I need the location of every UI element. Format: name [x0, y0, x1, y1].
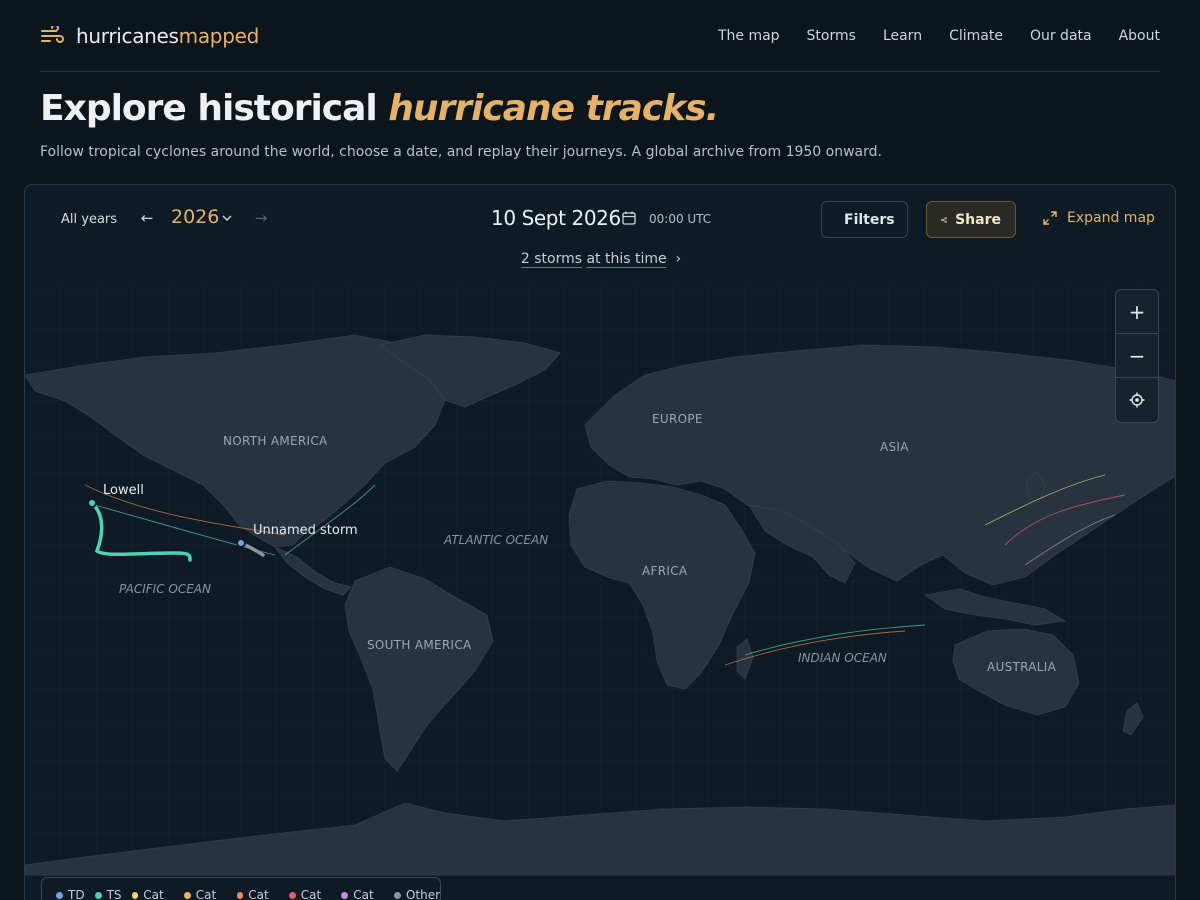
year-selector[interactable]: 2026 — [171, 206, 219, 228]
share-label: Share — [955, 211, 1001, 228]
legend-item-cat2[interactable]: Cat 2 — [184, 888, 226, 900]
share-icon — [941, 216, 947, 223]
time-utc: 00:00 UTC — [649, 212, 712, 226]
legend-label: Cat 3 — [248, 888, 269, 900]
legend-item-ts[interactable]: TS — [94, 888, 122, 900]
nav-item-our-data[interactable]: Our data — [1030, 28, 1092, 44]
legend-label: Other — [405, 888, 441, 900]
ocean-label-pacific: PACIFIC OCEAN — [119, 582, 211, 596]
legend-label: Cat 5 — [353, 888, 374, 900]
chevron-down-icon[interactable] — [221, 212, 233, 224]
legend-dot — [288, 892, 296, 899]
wind-icon — [41, 25, 64, 43]
map-card: NORTH AMERICA EUROPE ASIA AFRICA SOUTH A… — [24, 184, 1176, 900]
legend-label: TD — [68, 888, 85, 900]
nav-item-climate[interactable]: Climate — [949, 28, 1003, 44]
zoom-out-button[interactable]: − — [1116, 334, 1158, 378]
region-label-north-america: NORTH AMERICA — [223, 434, 328, 448]
title-highlight: hurricane tracks. — [388, 88, 719, 129]
legend-item-cat3[interactable]: Cat 3 — [236, 888, 279, 900]
all-years-button[interactable]: All years — [61, 212, 117, 227]
zoom-in-button[interactable]: + — [1116, 290, 1158, 334]
storm-label-lowell[interactable]: Lowell — [103, 483, 144, 498]
region-label-europe: EUROPE — [652, 412, 703, 426]
previous-year-arrow-icon[interactable]: ← — [137, 208, 157, 228]
share-button[interactable]: Share — [926, 201, 1016, 238]
nav-item-storms[interactable]: Storms — [807, 28, 856, 44]
time-controls: All years ← 2026 → 10 Sept 2026 00:00 UT… — [25, 185, 1175, 267]
legend-dot — [56, 892, 63, 899]
expand-map-label: Expand map — [1067, 210, 1155, 226]
legend-item-cat4[interactable]: Cat 4 — [288, 888, 331, 900]
calendar-icon[interactable] — [622, 211, 636, 225]
crosshair-icon — [1129, 392, 1145, 408]
region-label-south-america: SOUTH AMERICA — [367, 638, 472, 652]
category-legend: TD TS Cat 1 Cat 2 Cat 3 Cat 4 Cat 5 Othe… — [41, 877, 441, 900]
locate-button[interactable] — [1116, 378, 1158, 422]
storms-at-time-link[interactable]: 2 storms at this time › — [25, 251, 1175, 267]
legend-dot — [184, 892, 191, 899]
nav-item-learn[interactable]: Learn — [883, 28, 922, 44]
storm-marker-unnamed[interactable] — [236, 538, 246, 548]
legend-item-cat1[interactable]: Cat 1 — [131, 888, 174, 900]
storms-count[interactable]: 2 storms — [521, 251, 582, 267]
legend-label: Cat 4 — [300, 888, 322, 900]
page-title: Explore historical hurricane tracks. — [40, 88, 719, 129]
zoom-controls: + − — [1115, 289, 1159, 423]
legend-dot — [393, 892, 401, 899]
page-subtitle: Follow tropical cyclones around the worl… — [40, 144, 882, 160]
legend-dot — [131, 892, 139, 899]
nav-item-the-map[interactable]: The map — [718, 28, 780, 44]
legend-dot — [236, 892, 244, 899]
expand-icon — [1043, 211, 1057, 225]
legend-label: Cat 2 — [195, 888, 217, 900]
filters-button[interactable]: Filters — [821, 201, 908, 238]
legend-dot — [341, 892, 349, 899]
region-label-africa: AFRICA — [642, 564, 688, 578]
region-label-australia: AUSTRALIA — [987, 660, 1057, 674]
top-navigation-bar: hurricanesmapped The map Storms Learn Cl… — [40, 0, 1160, 72]
legend-item-other[interactable]: Other — [393, 888, 441, 900]
ocean-label-atlantic: ATLANTIC OCEAN — [443, 533, 548, 547]
storm-label-unnamed[interactable]: Unnamed storm — [253, 523, 358, 538]
current-date[interactable]: 10 Sept 2026 — [491, 206, 621, 230]
next-year-arrow-icon[interactable]: → — [251, 208, 271, 228]
world-map[interactable]: NORTH AMERICA EUROPE ASIA AFRICA SOUTH A… — [25, 185, 1176, 900]
storm-marker-lowell[interactable] — [87, 498, 97, 508]
main-nav: The map Storms Learn Climate Our data Ab… — [718, 28, 1160, 44]
legend-item-td[interactable]: TD — [56, 888, 85, 900]
title-main: Explore historical — [40, 88, 389, 129]
nav-item-about[interactable]: About — [1119, 28, 1160, 44]
filters-label: Filters — [844, 211, 895, 228]
chevron-right-icon[interactable]: › — [671, 251, 682, 267]
brand-name-part1: hurricanes — [76, 23, 179, 48]
legend-item-cat5[interactable]: Cat 5 — [341, 888, 383, 900]
legend-dot — [94, 892, 102, 899]
ocean-label-indian: INDIAN OCEAN — [798, 651, 887, 665]
region-label-asia: ASIA — [880, 440, 909, 454]
legend-label: Cat 1 — [143, 888, 164, 900]
storms-suffix[interactable]: at this time — [586, 251, 666, 267]
legend-label: TS — [106, 888, 122, 900]
expand-map-button[interactable]: Expand map — [1043, 210, 1155, 226]
brand-name-part2: mapped — [178, 23, 260, 48]
brand-logo[interactable]: hurricanesmapped — [40, 24, 259, 48]
